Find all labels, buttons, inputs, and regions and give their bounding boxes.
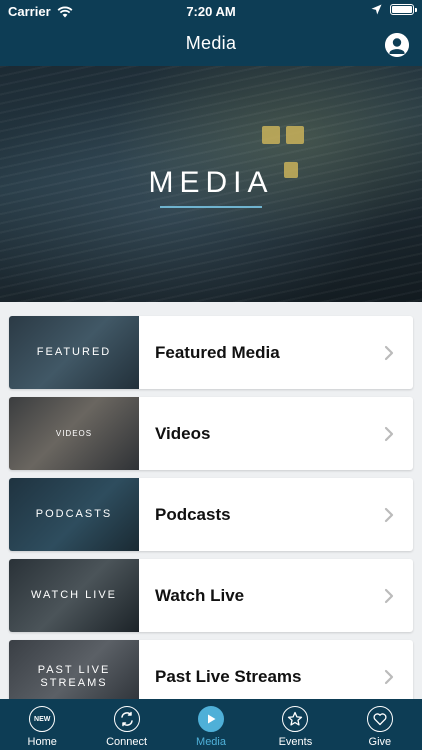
connect-arrows-icon: [120, 711, 133, 727]
profile-button[interactable]: [385, 33, 409, 57]
media-item-videos[interactable]: VIDEOS Videos: [9, 397, 413, 470]
tab-connect[interactable]: Connect: [84, 699, 168, 750]
tab-bar: NEW Home Connect Media Events Give: [0, 699, 422, 750]
tab-label: Connect: [106, 736, 148, 748]
media-item-label: Watch Live: [155, 585, 245, 605]
location-arrow-icon: [371, 4, 382, 15]
chevron-right-icon: [384, 426, 394, 441]
chevron-right-icon: [384, 588, 394, 603]
heart-icon: [366, 706, 393, 732]
vu-meter: [262, 126, 280, 144]
star-icon: [282, 706, 309, 732]
media-item-podcasts[interactable]: PODCASTS Podcasts: [9, 478, 413, 551]
play-triangle-icon: [208, 714, 216, 724]
hero-title: MEDIA: [148, 166, 274, 199]
tab-label: Media: [196, 736, 226, 748]
play-icon: [198, 706, 225, 732]
thumbnail-label: FEATURED: [36, 346, 112, 358]
media-item-label: Videos: [155, 423, 211, 443]
featured-thumbnail: FEATURED: [9, 316, 139, 389]
thumbnail-label: VIDEOS: [55, 429, 93, 438]
thumbnail-label: PAST LIVE STREAMS: [37, 663, 111, 689]
hero-banner: MEDIA: [0, 66, 422, 302]
tab-home[interactable]: NEW Home: [0, 699, 84, 750]
media-item-label: Podcasts: [155, 504, 231, 524]
top-bar: Carrier 7:20 AM Media: [0, 0, 422, 66]
tab-media[interactable]: Media: [169, 699, 253, 750]
tab-give[interactable]: Give: [338, 699, 422, 750]
star-shape-icon: [288, 711, 303, 726]
chevron-right-icon: [384, 345, 394, 360]
podcasts-thumbnail: PODCASTS: [9, 478, 139, 551]
tab-events[interactable]: Events: [253, 699, 337, 750]
status-bar: Carrier 7:20 AM: [0, 0, 422, 22]
profile-icon: [385, 33, 409, 57]
new-badge-text: NEW: [34, 715, 51, 723]
status-time: 7:20 AM: [186, 4, 236, 19]
tab-label: Events: [278, 736, 313, 748]
page-title: Media: [185, 33, 237, 53]
thumbnail-label: WATCH LIVE: [30, 589, 117, 601]
hero-underline: [160, 206, 262, 208]
media-item-label: Past Live Streams: [155, 666, 302, 686]
chevron-right-icon: [384, 507, 394, 522]
heart-shape-icon: [373, 713, 387, 726]
media-item-label: Featured Media: [155, 342, 280, 362]
videos-thumbnail: VIDEOS: [9, 397, 139, 470]
thumbnail-label: PODCASTS: [35, 508, 113, 520]
tab-label: Home: [27, 736, 57, 748]
tab-label: Give: [368, 736, 392, 748]
new-icon: NEW: [29, 706, 56, 732]
media-item-featured[interactable]: FEATURED Featured Media: [9, 316, 413, 389]
media-item-watch-live[interactable]: WATCH LIVE Watch Live: [9, 559, 413, 632]
status-right: [371, 4, 417, 15]
battery-icon: [390, 4, 417, 15]
chevron-right-icon: [384, 669, 394, 684]
connect-icon: [113, 706, 140, 732]
vu-meter: [286, 126, 304, 144]
watch-live-thumbnail: WATCH LIVE: [9, 559, 139, 632]
